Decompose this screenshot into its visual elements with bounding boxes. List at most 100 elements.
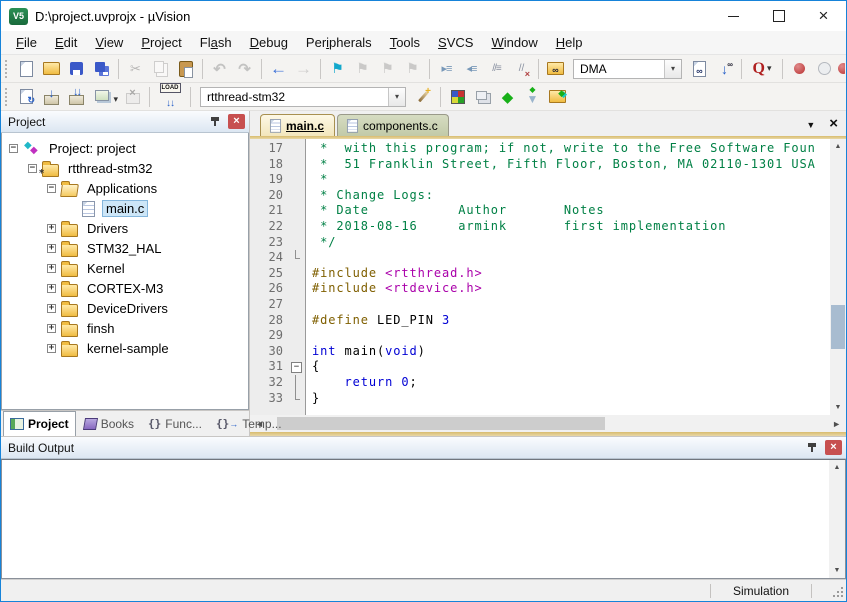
cascade-windows-button[interactable] <box>470 85 495 109</box>
folder-diamond-button[interactable] <box>545 85 570 109</box>
code-editor[interactable]: 17 * with this program; if not, write to… <box>250 139 830 415</box>
scroll-down-icon[interactable]: ▼ <box>834 563 841 578</box>
bookmark-next-button[interactable] <box>375 57 400 81</box>
indent-button[interactable] <box>434 57 459 81</box>
tree-expander-icon[interactable]: + <box>47 304 56 313</box>
editor-vscroll-thumb[interactable] <box>831 305 845 349</box>
rte-diamond-button[interactable] <box>495 85 520 109</box>
tree-item-finsh[interactable]: +finsh <box>2 318 248 338</box>
tree-item-rtthread-stm32[interactable]: −rtthread-stm32 <box>2 158 248 178</box>
menu-item-flash[interactable]: Flash <box>191 33 241 52</box>
paste-button[interactable] <box>173 57 198 81</box>
scroll-right-icon[interactable]: ► <box>827 419 846 429</box>
tree-item-project-project[interactable]: −Project: project <box>2 138 248 158</box>
tree-item-main-c[interactable]: main.c <box>2 198 248 218</box>
stop-build-button[interactable] <box>120 85 145 109</box>
editor-tab-main-c[interactable]: main.c <box>260 114 335 136</box>
tree-expander-icon[interactable]: + <box>47 264 56 273</box>
menu-item-tools[interactable]: Tools <box>381 33 429 52</box>
navigate-forward-button[interactable] <box>291 57 316 81</box>
build-output-close-icon[interactable] <box>825 440 842 455</box>
breakpoint-toggle-button[interactable] <box>787 57 812 81</box>
tree-expander-icon[interactable]: + <box>47 344 56 353</box>
outdent-button[interactable] <box>459 57 484 81</box>
breakpoint-edge-button[interactable] <box>837 57 846 81</box>
resize-grip[interactable] <box>826 583 846 599</box>
tree-expander-icon[interactable]: + <box>47 244 56 253</box>
manage-rte-button[interactable] <box>445 85 470 109</box>
menu-item-debug[interactable]: Debug <box>241 33 297 52</box>
tree-item-kernel-sample[interactable]: +kernel-sample <box>2 338 248 358</box>
close-document-icon[interactable] <box>829 115 838 133</box>
scroll-up-icon[interactable]: ▲ <box>834 460 841 475</box>
incremental-find-button[interactable] <box>712 57 737 81</box>
target-combobox[interactable]: rtthread-stm32▾ <box>200 87 406 107</box>
tree-expander-icon[interactable]: + <box>47 224 56 233</box>
scroll-down-icon[interactable]: ▼ <box>835 400 842 415</box>
minimize-button[interactable] <box>711 1 756 31</box>
menu-item-window[interactable]: Window <box>482 33 546 52</box>
copy-button[interactable] <box>148 57 173 81</box>
find-in-files-button[interactable] <box>543 57 568 81</box>
tree-expander-icon[interactable]: + <box>47 324 56 333</box>
tab-books[interactable]: Books <box>78 411 140 436</box>
menu-item-svcs[interactable]: SVCS <box>429 33 482 52</box>
rebuild-button[interactable] <box>64 85 89 109</box>
build-button[interactable] <box>39 85 64 109</box>
menu-item-view[interactable]: View <box>86 33 132 52</box>
chevron-down-icon[interactable]: ▾ <box>664 60 681 78</box>
tab-project[interactable]: Project <box>3 411 76 436</box>
bookmark-clear-button[interactable] <box>400 57 425 81</box>
menu-item-edit[interactable]: Edit <box>46 33 86 52</box>
menu-item-help[interactable]: Help <box>547 33 592 52</box>
tree-expander-icon[interactable]: − <box>47 184 56 193</box>
editor-vertical-scrollbar[interactable]: ▲ ▼ <box>830 139 846 415</box>
redo-button[interactable] <box>232 57 257 81</box>
tree-item-kernel[interactable]: +Kernel <box>2 258 248 278</box>
uncomment-button[interactable] <box>509 57 534 81</box>
tree-item-devicedrivers[interactable]: +DeviceDrivers <box>2 298 248 318</box>
bookmark-toggle-button[interactable] <box>325 57 350 81</box>
chevron-down-icon[interactable]: ▾ <box>388 88 405 106</box>
menu-item-project[interactable]: Project <box>132 33 190 52</box>
project-panel-close-icon[interactable] <box>228 114 245 129</box>
editor-tab-components-c[interactable]: components.c <box>337 114 449 136</box>
menu-item-peripherals[interactable]: Peripherals <box>297 33 381 52</box>
tab-list-dropdown-icon[interactable] <box>806 115 815 133</box>
tree-expander-icon[interactable]: − <box>28 164 37 173</box>
save-all-button[interactable] <box>89 57 114 81</box>
funnel-button[interactable] <box>520 85 545 109</box>
editor-horizontal-scrollbar[interactable]: ◄ ► <box>250 415 846 432</box>
undo-button[interactable] <box>207 57 232 81</box>
cut-button[interactable] <box>123 57 148 81</box>
find-combobox[interactable]: DMA▾ <box>573 59 682 79</box>
build-output-scrollbar[interactable]: ▲ ▼ <box>829 460 845 578</box>
editor-hscroll-thumb[interactable] <box>277 417 605 430</box>
scroll-up-icon[interactable]: ▲ <box>835 139 842 154</box>
breakpoint-disable-button[interactable] <box>812 57 837 81</box>
menu-item-file[interactable]: File <box>7 33 46 52</box>
new-file-button[interactable] <box>14 57 39 81</box>
tree-item-cortex-m3[interactable]: +CORTEX-M3 <box>2 278 248 298</box>
translate-button[interactable] <box>14 85 39 109</box>
tree-item-stm32-hal[interactable]: +STM32_HAL <box>2 238 248 258</box>
tree-item-applications[interactable]: −Applications <box>2 178 248 198</box>
tree-item-drivers[interactable]: +Drivers <box>2 218 248 238</box>
tree-expander-icon[interactable]: + <box>47 284 56 293</box>
open-file-button[interactable] <box>39 57 64 81</box>
pin-icon[interactable] <box>807 442 817 454</box>
find-next-button[interactable] <box>687 57 712 81</box>
close-button[interactable] <box>801 1 846 31</box>
maximize-button[interactable] <box>756 1 801 31</box>
options-wand-button[interactable] <box>411 85 436 109</box>
bookmark-prev-button[interactable] <box>350 57 375 81</box>
tree-expander-icon[interactable]: − <box>9 144 18 153</box>
navigate-back-button[interactable] <box>266 57 291 81</box>
batch-build-button[interactable] <box>89 85 120 109</box>
find-button[interactable] <box>746 57 778 81</box>
save-button[interactable] <box>64 57 89 81</box>
tab-func[interactable]: Func... <box>142 411 208 436</box>
comment-button[interactable] <box>484 57 509 81</box>
load-button[interactable]: LOAD <box>154 85 186 109</box>
pin-icon[interactable] <box>210 116 220 128</box>
